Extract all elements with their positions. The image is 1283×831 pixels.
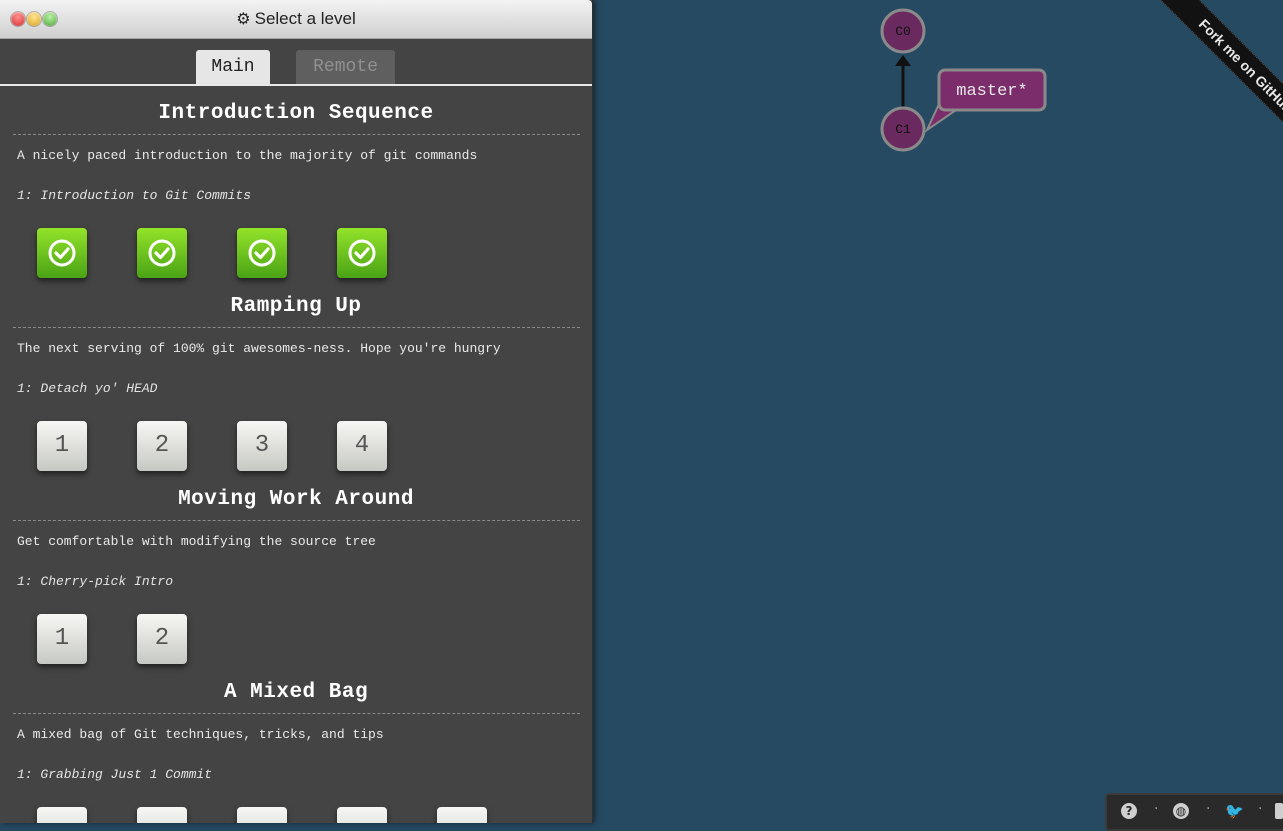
sequence-title: Ramping Up bbox=[230, 295, 362, 318]
level-button[interactable] bbox=[237, 228, 287, 278]
commit-node-c0[interactable]: C0 bbox=[880, 8, 926, 54]
level-number: 1 bbox=[54, 625, 70, 652]
check-circle-icon bbox=[248, 239, 276, 267]
sequence-description: A nicely paced introduction to the major… bbox=[17, 148, 478, 163]
sequence-title: A Mixed Bag bbox=[223, 681, 369, 704]
sequence-current-level: 1: Grabbing Just 1 Commit bbox=[17, 767, 213, 782]
window-titlebar: ⚙ Select a level bbox=[0, 0, 592, 39]
sequence-list: Introduction Sequence A nicely paced int… bbox=[0, 86, 592, 823]
check-circle-icon bbox=[148, 239, 176, 267]
level-number: 2 bbox=[154, 625, 170, 652]
level-number: 1 bbox=[54, 432, 70, 459]
fork-on-github-link[interactable]: Fork me on GitHub bbox=[1158, 0, 1283, 150]
level-button[interactable] bbox=[437, 807, 487, 823]
branch-name: master* bbox=[956, 82, 1027, 101]
level-button[interactable] bbox=[37, 228, 87, 278]
check-circle-icon bbox=[348, 239, 376, 267]
sequence-introduction: Introduction Sequence A nicely paced int… bbox=[0, 86, 592, 279]
separator: · bbox=[1206, 801, 1211, 817]
divider bbox=[13, 134, 580, 135]
gear-icon: ⚙ bbox=[236, 11, 251, 28]
level-button[interactable]: 3 bbox=[237, 421, 287, 471]
sequence-description: A mixed bag of Git techniques, tricks, a… bbox=[17, 727, 384, 742]
sequence-moving-work-around: Moving Work Around Get comfortable with … bbox=[0, 472, 592, 665]
sequence-mixed-bag: A Mixed Bag A mixed bag of Git technique… bbox=[0, 665, 592, 823]
arrowhead-icon bbox=[895, 55, 911, 66]
sequence-current-level: 1: Cherry-pick Intro bbox=[17, 574, 174, 589]
tab-remote[interactable]: Remote bbox=[296, 50, 395, 84]
window-title-text: Select a level bbox=[254, 9, 356, 28]
sequence-description: Get comfortable with modifying the sourc… bbox=[17, 534, 376, 549]
commit-label: C1 bbox=[895, 122, 911, 137]
sequence-current-level: 1: Detach yo' HEAD bbox=[17, 381, 158, 396]
separator: · bbox=[1154, 801, 1159, 817]
more-icon[interactable] bbox=[1275, 803, 1283, 819]
commit-label: C0 bbox=[895, 24, 911, 39]
sequence-current-level: 1: Introduction to Git Commits bbox=[17, 188, 252, 203]
level-button[interactable] bbox=[337, 228, 387, 278]
level-number: 4 bbox=[354, 432, 370, 459]
level-button[interactable] bbox=[37, 807, 87, 823]
level-button[interactable] bbox=[137, 807, 187, 823]
level-button[interactable] bbox=[237, 807, 287, 823]
divider bbox=[13, 713, 580, 714]
level-button[interactable]: 1 bbox=[37, 421, 87, 471]
level-select-window: ⚙ Select a level Main Remote Introduction… bbox=[0, 0, 593, 823]
tab-main[interactable]: Main bbox=[196, 50, 270, 84]
tab-bar: Main Remote bbox=[0, 38, 592, 86]
divider bbox=[13, 327, 580, 328]
level-button[interactable] bbox=[137, 228, 187, 278]
divider bbox=[13, 520, 580, 521]
branch-label-master[interactable]: master* bbox=[924, 68, 1047, 133]
footer-toolbar: ? · ◍ · 🐦 · bbox=[1105, 793, 1283, 831]
sequence-ramping-up: Ramping Up The next serving of 100% git … bbox=[0, 279, 592, 472]
sequence-title: Introduction Sequence bbox=[158, 102, 434, 125]
globe-icon[interactable]: ◍ bbox=[1173, 803, 1189, 819]
level-button[interactable]: 1 bbox=[37, 614, 87, 664]
github-ribbon: Fork me on GitHub bbox=[1133, 0, 1283, 150]
twitter-icon[interactable]: 🐦 bbox=[1225, 803, 1244, 819]
level-number: 3 bbox=[254, 432, 270, 459]
level-button[interactable]: 4 bbox=[337, 421, 387, 471]
sequence-description: The next serving of 100% git awesomes-ne… bbox=[17, 341, 501, 356]
level-button[interactable]: 2 bbox=[137, 614, 187, 664]
commit-node-c1[interactable]: C1 bbox=[880, 106, 926, 152]
check-circle-icon bbox=[48, 239, 76, 267]
level-button[interactable] bbox=[337, 807, 387, 823]
level-button[interactable]: 2 bbox=[137, 421, 187, 471]
sequence-title: Moving Work Around bbox=[178, 488, 414, 511]
help-icon[interactable]: ? bbox=[1121, 803, 1137, 819]
window-title: ⚙ Select a level bbox=[0, 0, 592, 38]
level-number: 2 bbox=[154, 432, 170, 459]
separator: · bbox=[1258, 801, 1263, 817]
